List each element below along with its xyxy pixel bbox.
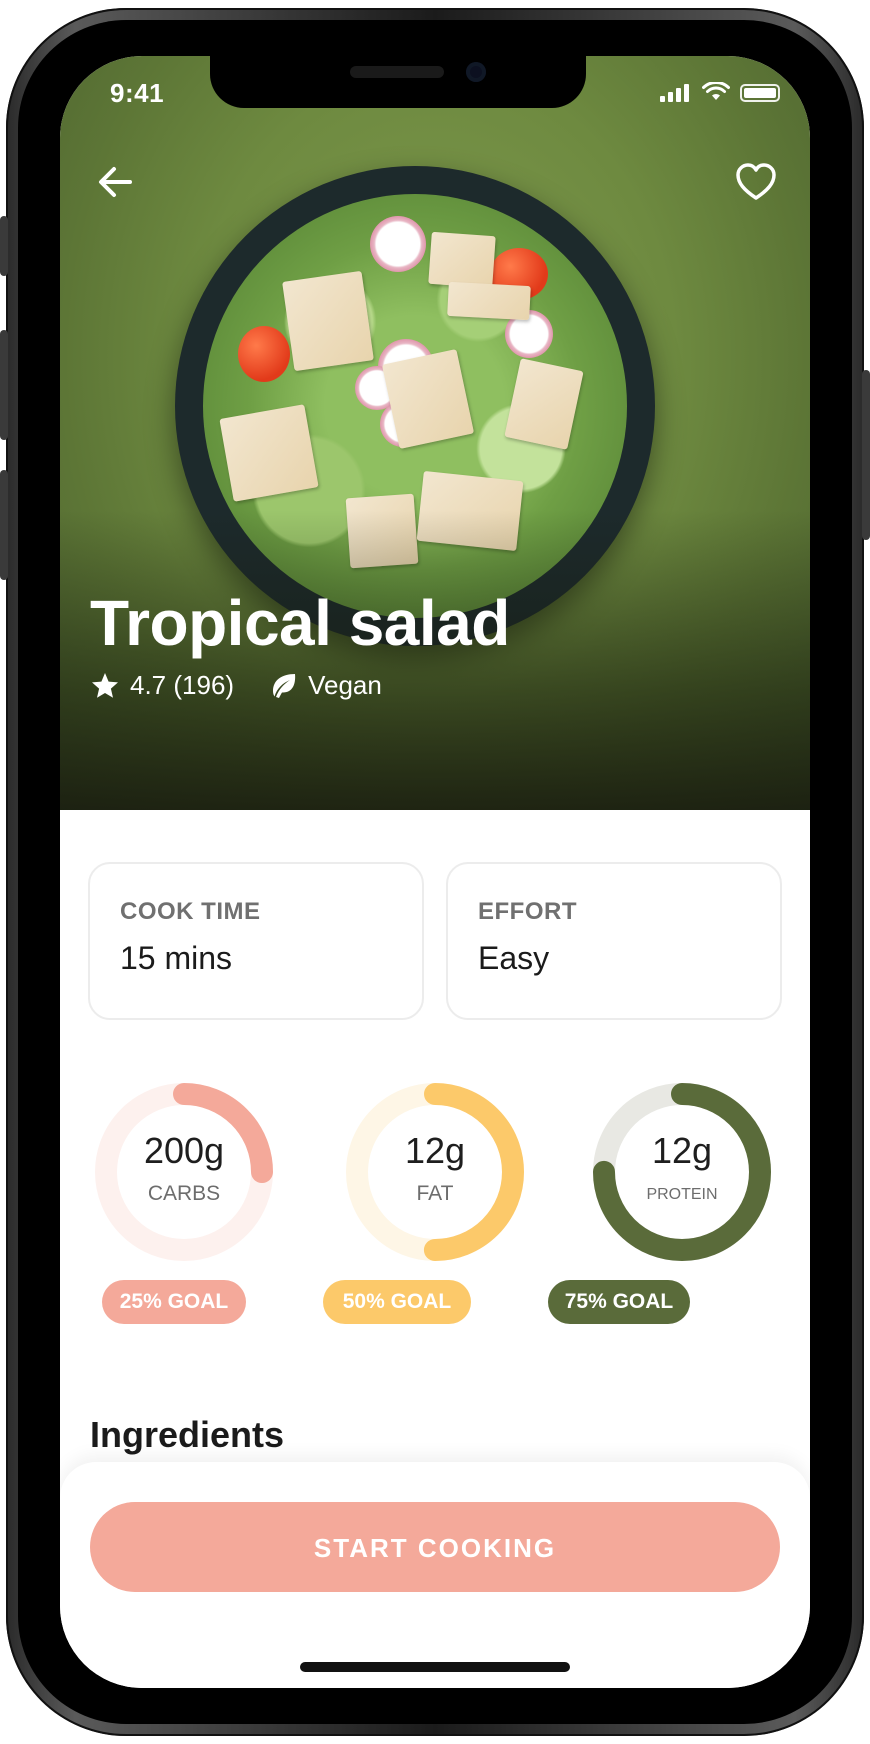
tomato <box>238 326 290 382</box>
diet-text: Vegan <box>308 670 382 700</box>
fat-ring: 12g FAT <box>345 1082 525 1262</box>
volume-down-button <box>0 470 8 580</box>
status-time: 9:41 <box>110 78 165 108</box>
recipe-title: Tropical salad <box>90 587 510 659</box>
pita-chip <box>219 404 319 502</box>
carbs-amount: 200g <box>143 1130 225 1171</box>
carbs-ring-chart <box>95 1083 273 1261</box>
arrow-left-icon <box>99 167 132 197</box>
rating-text: 4.7 (196) <box>130 670 235 700</box>
app-screen: Tropical salad 4.7 (196) Vegan 9:41 COOK… <box>60 56 810 1688</box>
favorite-button[interactable] <box>734 160 778 204</box>
cook-time-label: COOK TIME <box>120 898 261 925</box>
effort-card: EFFORT Easy <box>446 862 782 1020</box>
effort-label: EFFORT <box>478 898 577 925</box>
pita-chip <box>447 281 531 321</box>
effort-value: Easy <box>478 940 550 976</box>
heart-outline-icon <box>736 163 776 200</box>
carbs-label: CARBS <box>147 1182 221 1205</box>
hero-image: Tropical salad 4.7 (196) Vegan <box>60 56 810 810</box>
front-camera <box>466 62 486 82</box>
start-cooking-button[interactable]: START COOKING <box>90 1502 780 1592</box>
cellular-signal-icon <box>660 84 692 102</box>
mute-switch <box>0 216 8 276</box>
pita-chip <box>282 270 374 372</box>
fat-goal-badge: 50% GOAL <box>323 1280 471 1324</box>
battery-icon <box>740 84 780 102</box>
protein-ring-chart <box>593 1083 771 1261</box>
ingredients-heading: Ingredients <box>90 1414 285 1455</box>
back-button[interactable] <box>94 160 138 204</box>
carbs-goal-badge: 25% GOAL <box>102 1280 246 1324</box>
home-indicator <box>300 1662 570 1672</box>
star-icon <box>92 672 118 698</box>
protein-label: PROTEIN <box>646 1186 718 1203</box>
wifi-icon <box>702 82 730 100</box>
radish-slice <box>370 216 426 272</box>
cook-time-card: COOK TIME 15 mins <box>88 862 424 1020</box>
hero-gradient-overlay <box>60 510 810 810</box>
pita-chip <box>428 231 496 289</box>
fat-amount: 12g <box>404 1130 466 1171</box>
bottom-action-sheet: START COOKING <box>60 1462 810 1688</box>
notch <box>210 56 586 108</box>
volume-up-button <box>0 330 8 440</box>
leaf-icon <box>273 673 296 698</box>
protein-ring: 12g PROTEIN <box>592 1082 772 1262</box>
status-icons <box>660 82 780 102</box>
protein-amount: 12g <box>651 1130 713 1171</box>
cook-time-value: 15 mins <box>120 940 233 976</box>
power-button <box>862 370 870 540</box>
speaker-grill <box>350 66 444 78</box>
fat-ring-chart <box>346 1083 524 1261</box>
recipe-meta: 4.7 (196) Vegan <box>90 670 382 701</box>
carbs-ring: 200g CARBS <box>94 1082 274 1262</box>
fat-label: FAT <box>416 1182 454 1205</box>
protein-goal-badge: 75% GOAL <box>548 1280 690 1324</box>
